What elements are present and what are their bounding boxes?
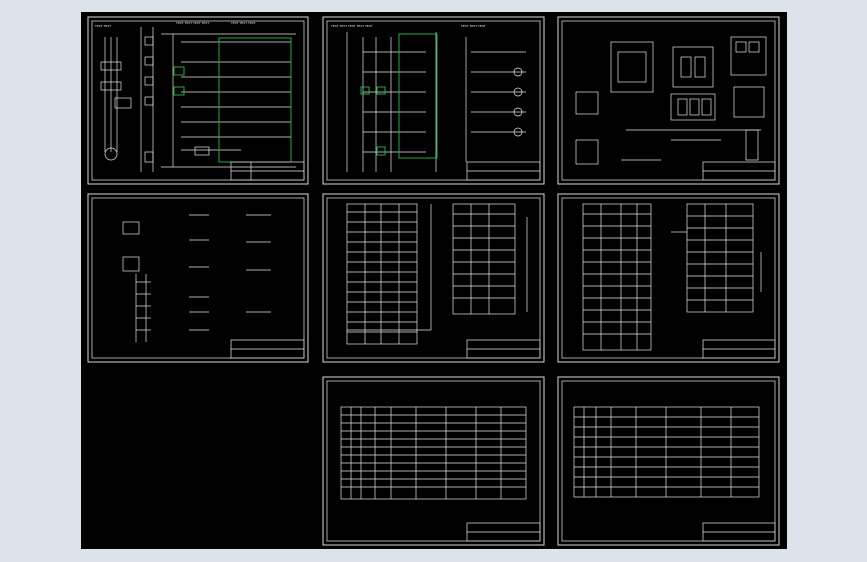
sheet-7[interactable]	[322, 376, 545, 546]
svg-text:TEXT TEXT TEXT: TEXT TEXT TEXT	[460, 24, 486, 28]
svg-text:TEXT TEXT TEXT TEXT: TEXT TEXT TEXT TEXT	[175, 21, 209, 25]
drawing-canvas[interactable]: TEXT TEXT TEXT TEXT TEXT TEXT TEXT TEXT …	[81, 12, 787, 549]
sheet-5[interactable]	[322, 193, 545, 363]
sheet-3[interactable]	[557, 16, 780, 185]
sheet-8[interactable]	[557, 376, 780, 546]
svg-text:TEXT TEXT TEXT TEXT TEXT: TEXT TEXT TEXT TEXT TEXT	[330, 24, 373, 28]
svg-text:TEXT TEXT: TEXT TEXT	[94, 24, 111, 28]
sheet-2[interactable]: TEXT TEXT TEXT TEXT TEXT TEXT TEXT TEXT	[322, 16, 545, 185]
svg-text:TEXT TEXT TEXT: TEXT TEXT TEXT	[230, 21, 256, 25]
sheet-6[interactable]	[557, 193, 780, 363]
cad-drawing: TEXT TEXT TEXT TEXT TEXT TEXT TEXT TEXT …	[87, 16, 780, 546]
sheet-1[interactable]: TEXT TEXT TEXT TEXT TEXT TEXT TEXT TEXT …	[87, 16, 309, 185]
sheet-4[interactable]	[87, 193, 309, 363]
